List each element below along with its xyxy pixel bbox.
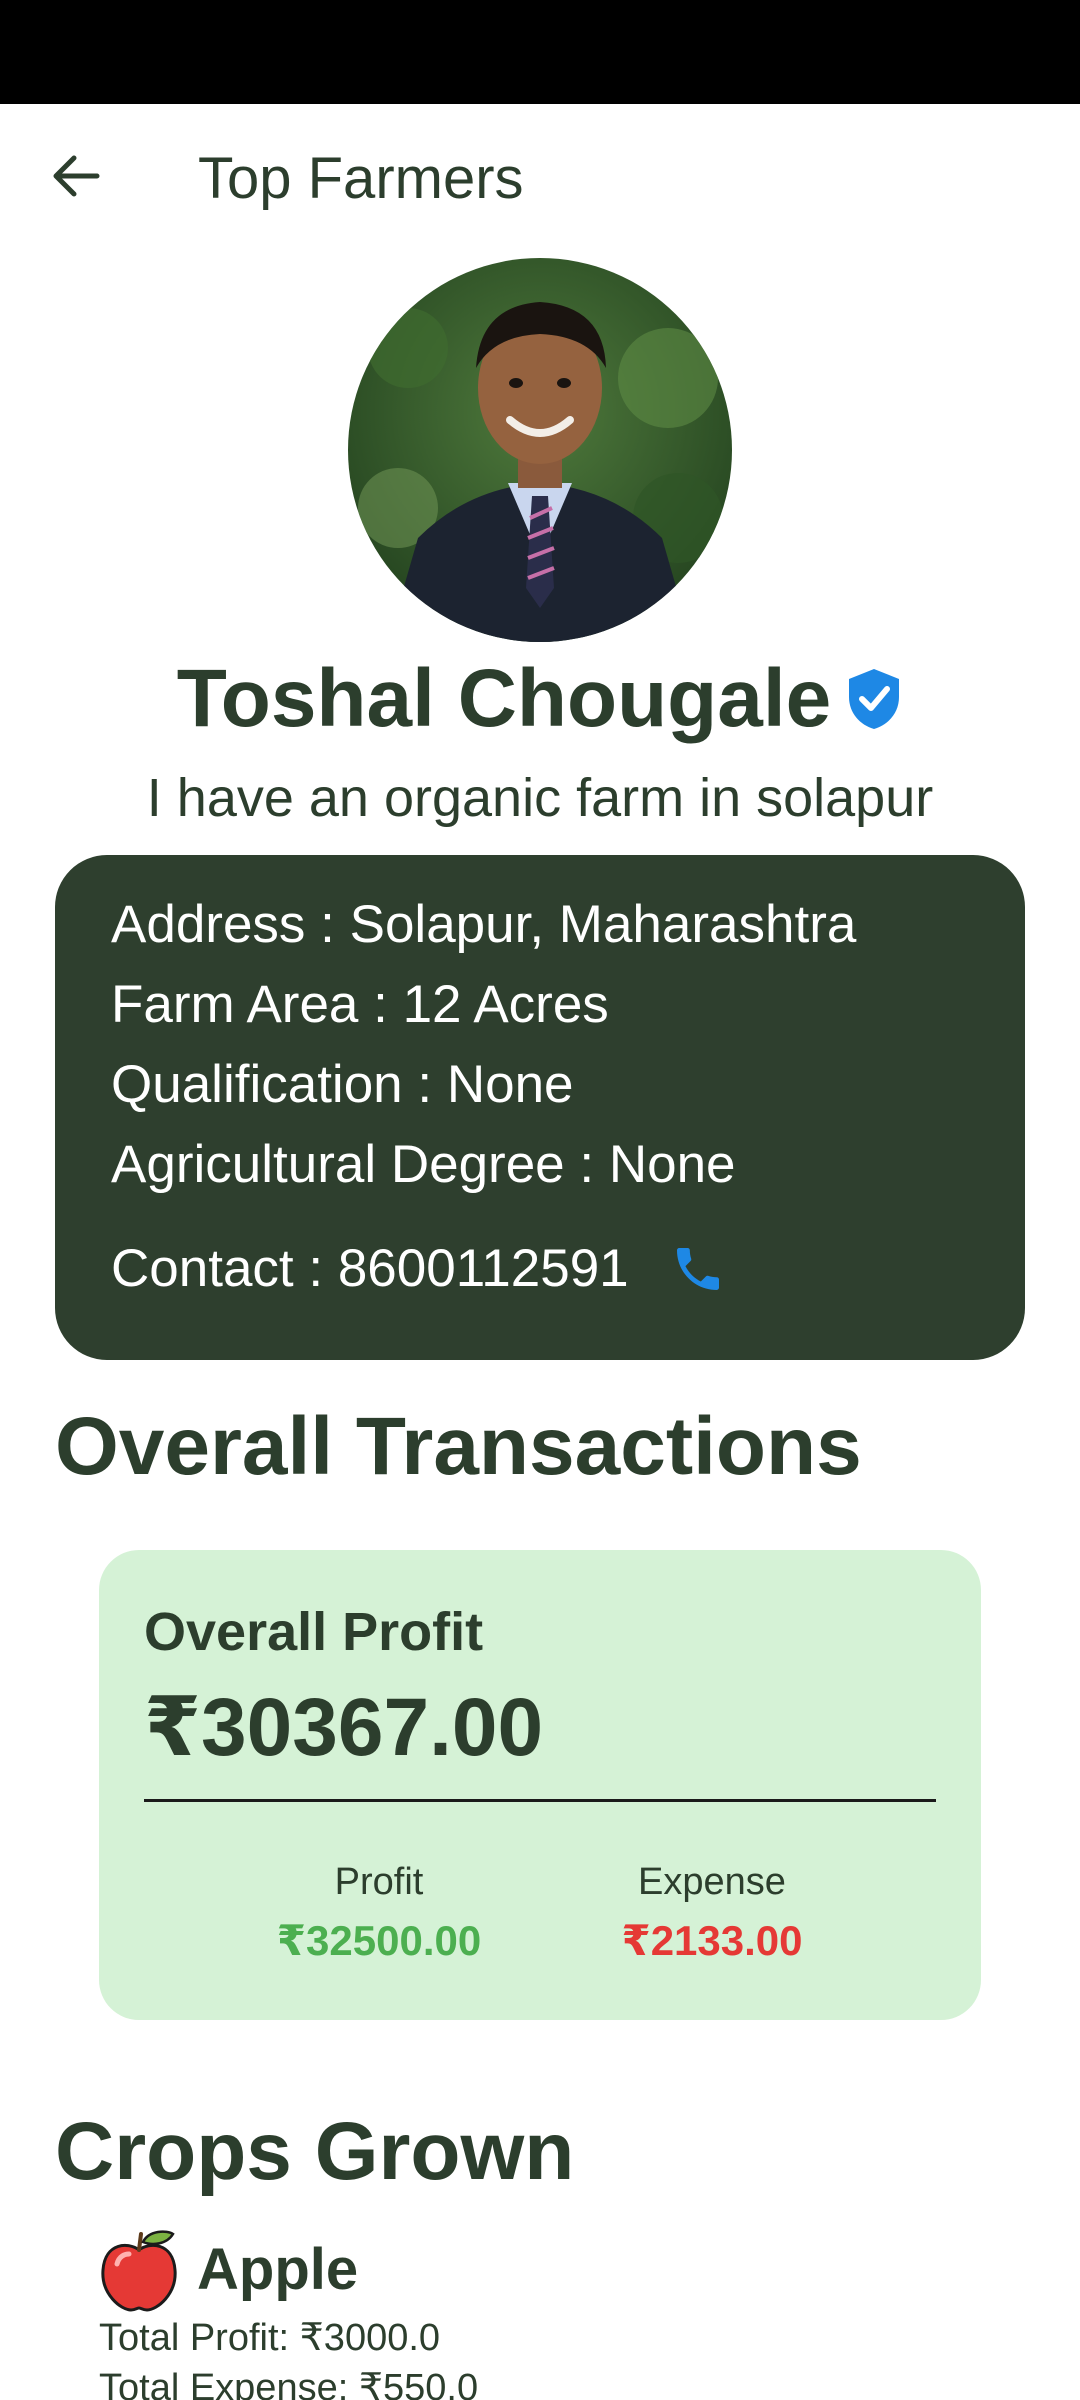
profit-label: Profit — [334, 1861, 424, 1903]
profit-stat: Profit ₹32500.00 — [229, 1860, 529, 1966]
apple-icon — [101, 2230, 177, 2312]
expense-stat: Expense ₹2133.00 — [562, 1860, 862, 1966]
divider — [144, 1799, 936, 1803]
agri-degree-text: Agricultural Degree : None — [111, 1135, 736, 1194]
back-button[interactable] — [40, 140, 112, 212]
app-bar: Top Farmers — [0, 104, 1080, 254]
crops-grown-heading: Crops Grown — [55, 2106, 575, 2197]
overall-profit-card: Overall Profit ₹30367.00 Profit ₹32500.0… — [99, 1550, 981, 2020]
overall-profit-label: Overall Profit — [144, 1602, 484, 1662]
status-bar — [0, 0, 1080, 104]
avatar — [348, 258, 732, 642]
phone-icon — [676, 1248, 719, 1290]
call-button[interactable] — [665, 1236, 731, 1302]
contact-text: Contact : 8600112591 — [111, 1239, 629, 1298]
farm-area-text: Farm Area : 12 Acres — [111, 975, 609, 1034]
farmer-name: Toshal Chougale — [176, 653, 832, 744]
expense-value: ₹2133.00 — [621, 1916, 803, 1964]
farmer-details-card: Address : Solapur, Maharashtra Farm Area… — [55, 855, 1025, 1360]
app-bar-title: Top Farmers — [198, 146, 524, 211]
crop-total-expense: Total Expense: ₹550.0 — [99, 2366, 479, 2400]
crop-header: Apple — [99, 2228, 999, 2312]
crop-list-item[interactable]: Apple Total Profit: ₹3000.0 Total Expens… — [99, 2228, 999, 2400]
arrow-back-icon — [53, 155, 100, 197]
farmer-bio: I have an organic farm in solapur — [146, 768, 934, 828]
crop-total-profit: Total Profit: ₹3000.0 — [99, 2317, 441, 2359]
overall-transactions-heading: Overall Transactions — [55, 1401, 862, 1492]
qualification-text: Qualification : None — [111, 1055, 574, 1114]
profit-value: ₹32500.00 — [276, 1916, 482, 1964]
expense-label: Expense — [638, 1861, 786, 1903]
contact-row: Contact : 8600112591 — [111, 1229, 969, 1309]
farmer-name-row: Toshal Chougale — [0, 650, 1080, 748]
overall-profit-value: ₹30367.00 — [144, 1681, 544, 1773]
address-text: Address : Solapur, Maharashtra — [111, 895, 857, 954]
verified-badge-icon — [849, 669, 900, 730]
crop-name: Apple — [197, 2237, 359, 2303]
